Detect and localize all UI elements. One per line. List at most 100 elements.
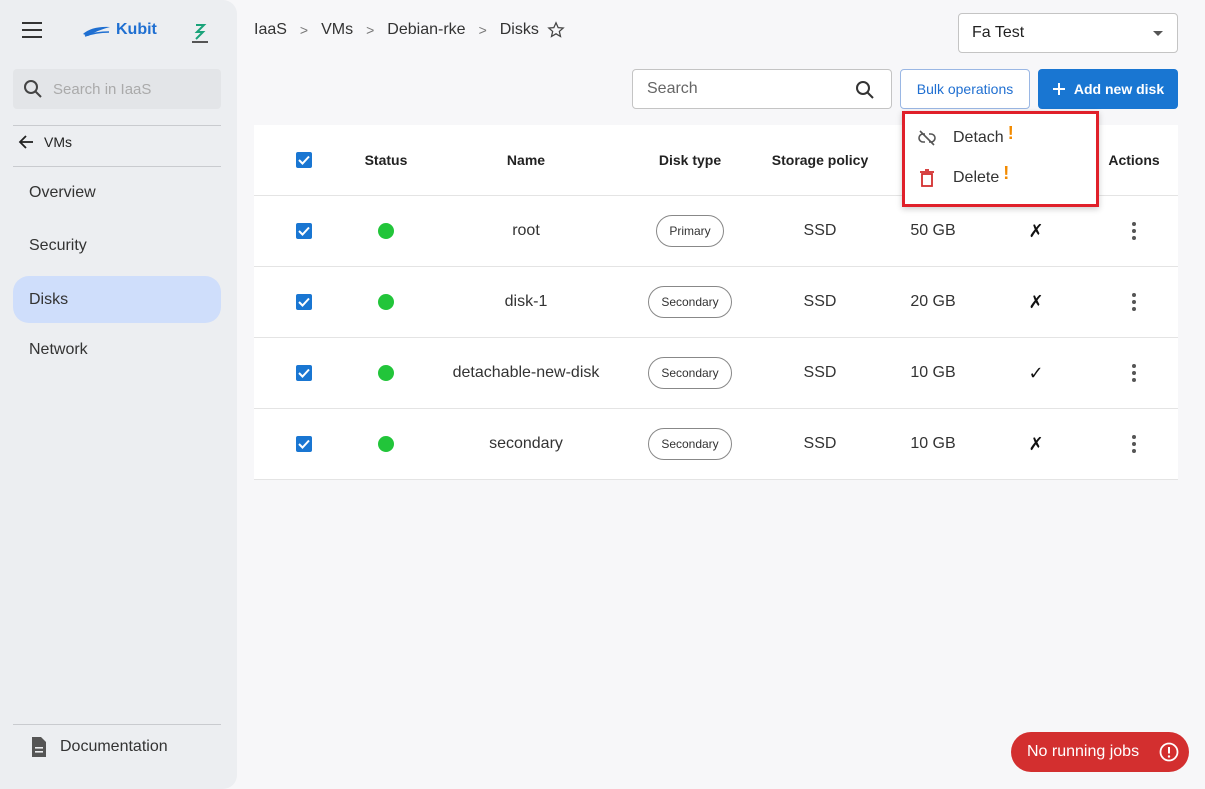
detach-label: Detach: [953, 129, 1004, 146]
caret-down-icon: [1153, 31, 1163, 36]
tenant-value: Fa Test: [972, 24, 1025, 41]
column-header-storage-policy[interactable]: Storage policy: [760, 125, 880, 195]
sidebar-item-label: Security: [29, 236, 87, 254]
column-header-actions: Actions: [1108, 152, 1160, 168]
add-new-disk-button[interactable]: Add new disk: [1038, 69, 1178, 109]
running-jobs-button[interactable]: No running jobs: [1011, 732, 1189, 772]
kubit-logo-icon: [83, 26, 110, 37]
disk-size: 10 GB: [910, 435, 956, 452]
documentation-label: Documentation: [60, 738, 168, 755]
sidebar-item-disks[interactable]: Disks: [13, 276, 221, 323]
chevron-right-icon: >: [366, 22, 375, 38]
storage-policy: SSD: [803, 293, 837, 310]
disk-search[interactable]: [632, 69, 892, 109]
disk-type-chip: Primary: [656, 215, 724, 247]
breadcrumb-vms[interactable]: VMs: [321, 21, 353, 39]
detachable-flag: ✗: [1028, 433, 1044, 454]
table-row[interactable]: disk-1 Secondary SSD 20 GB ✗: [254, 267, 1178, 338]
star-icon[interactable]: [547, 21, 565, 39]
detachable-flag: ✗: [1028, 291, 1044, 312]
storage-policy: SSD: [803, 435, 837, 452]
partner-logo-icon: [188, 22, 212, 44]
disk-size: 10 GB: [910, 364, 956, 381]
storage-policy: SSD: [803, 222, 837, 239]
menu-item-detach[interactable]: Detach !: [917, 123, 1014, 148]
documentation-link[interactable]: Documentation: [30, 736, 168, 758]
divider: [13, 724, 221, 725]
sidebar-search-input[interactable]: [53, 80, 213, 98]
search-input[interactable]: [647, 80, 847, 98]
disk-type-chip: Secondary: [648, 357, 732, 389]
brand-name: Kubit: [116, 21, 157, 38]
document-icon: [32, 737, 46, 757]
row-checkbox[interactable]: [296, 223, 312, 239]
status-indicator: [378, 365, 394, 381]
select-all-checkbox[interactable]: [296, 152, 312, 168]
plus-icon: [1052, 83, 1065, 95]
add-new-disk-label: Add new disk: [1073, 81, 1165, 97]
check-icon: [298, 226, 310, 236]
disk-name: disk-1: [504, 293, 548, 310]
status-indicator: [378, 436, 394, 452]
column-header-status[interactable]: Status: [356, 125, 416, 195]
sidebar: Kubit VMs Overview Security Disks Networ…: [0, 0, 237, 789]
row-checkbox[interactable]: [296, 436, 312, 452]
check-icon: [298, 155, 310, 165]
delete-label: Delete: [953, 169, 1000, 186]
status-indicator: [378, 294, 394, 310]
sidebar-item-network[interactable]: Network: [13, 326, 221, 373]
bulk-operations-button[interactable]: Bulk operations: [900, 69, 1030, 109]
column-header-name[interactable]: Name: [426, 125, 626, 195]
arrow-left-icon: [18, 135, 33, 149]
sidebar-item-label: Overview: [29, 183, 96, 201]
sidebar-item-overview[interactable]: Overview: [13, 169, 221, 216]
status-indicator: [378, 223, 394, 239]
more-vert-icon[interactable]: [1124, 221, 1144, 241]
brand-logo[interactable]: Kubit: [82, 21, 157, 39]
menu-item-delete[interactable]: Delete !: [917, 163, 1009, 188]
row-checkbox[interactable]: [296, 294, 312, 310]
more-vert-icon[interactable]: [1124, 292, 1144, 312]
detachable-flag: ✓: [1028, 362, 1044, 383]
disk-size: 20 GB: [910, 293, 956, 310]
warning-icon: !: [1003, 162, 1010, 183]
sidebar-search[interactable]: [13, 69, 221, 109]
warning-icon: !: [1007, 122, 1014, 143]
breadcrumb-vm[interactable]: Debian-rke: [387, 21, 465, 39]
column-header-disk-type[interactable]: Disk type: [640, 125, 740, 195]
link-off-icon: [918, 130, 936, 146]
detachable-flag: ✗: [1028, 220, 1044, 241]
running-jobs-label: No running jobs: [1027, 743, 1140, 760]
disk-name: detachable-new-disk: [452, 364, 600, 381]
sidebar-item-label: Network: [29, 340, 88, 358]
divider: [13, 125, 221, 126]
table-row[interactable]: detachable-new-disk Secondary SSD 10 GB …: [254, 338, 1178, 409]
tenant-select[interactable]: Fa Test: [958, 13, 1178, 53]
chevron-right-icon: >: [478, 22, 487, 38]
storage-policy: SSD: [803, 364, 837, 381]
bulk-operations-menu: Detach ! Delete !: [902, 111, 1099, 207]
search-icon[interactable]: [855, 80, 875, 100]
breadcrumb: IaaS > VMs > Debian-rke > Disks: [254, 21, 565, 39]
trash-icon: [920, 169, 934, 187]
check-icon: [298, 368, 310, 378]
alert-circle-icon: [1159, 742, 1179, 762]
menu-icon[interactable]: [22, 22, 44, 42]
check-icon: [298, 297, 310, 307]
sidebar-item-label: Disks: [29, 290, 69, 308]
sidebar-item-security[interactable]: Security: [13, 222, 221, 269]
back-label: VMs: [44, 134, 72, 150]
chevron-right-icon: >: [299, 22, 309, 38]
more-vert-icon[interactable]: [1124, 363, 1144, 383]
disk-name: secondary: [489, 435, 563, 452]
disk-type-chip: Secondary: [648, 428, 732, 460]
more-vert-icon[interactable]: [1124, 434, 1144, 454]
divider: [13, 166, 221, 167]
breadcrumb-disks: Disks: [499, 21, 539, 38]
back-to-vms[interactable]: VMs: [18, 134, 72, 150]
search-icon: [24, 80, 42, 98]
breadcrumb-iaas[interactable]: IaaS: [254, 21, 287, 39]
row-checkbox[interactable]: [296, 365, 312, 381]
disk-name: root: [512, 222, 540, 239]
table-row[interactable]: secondary Secondary SSD 10 GB ✗: [254, 409, 1178, 480]
